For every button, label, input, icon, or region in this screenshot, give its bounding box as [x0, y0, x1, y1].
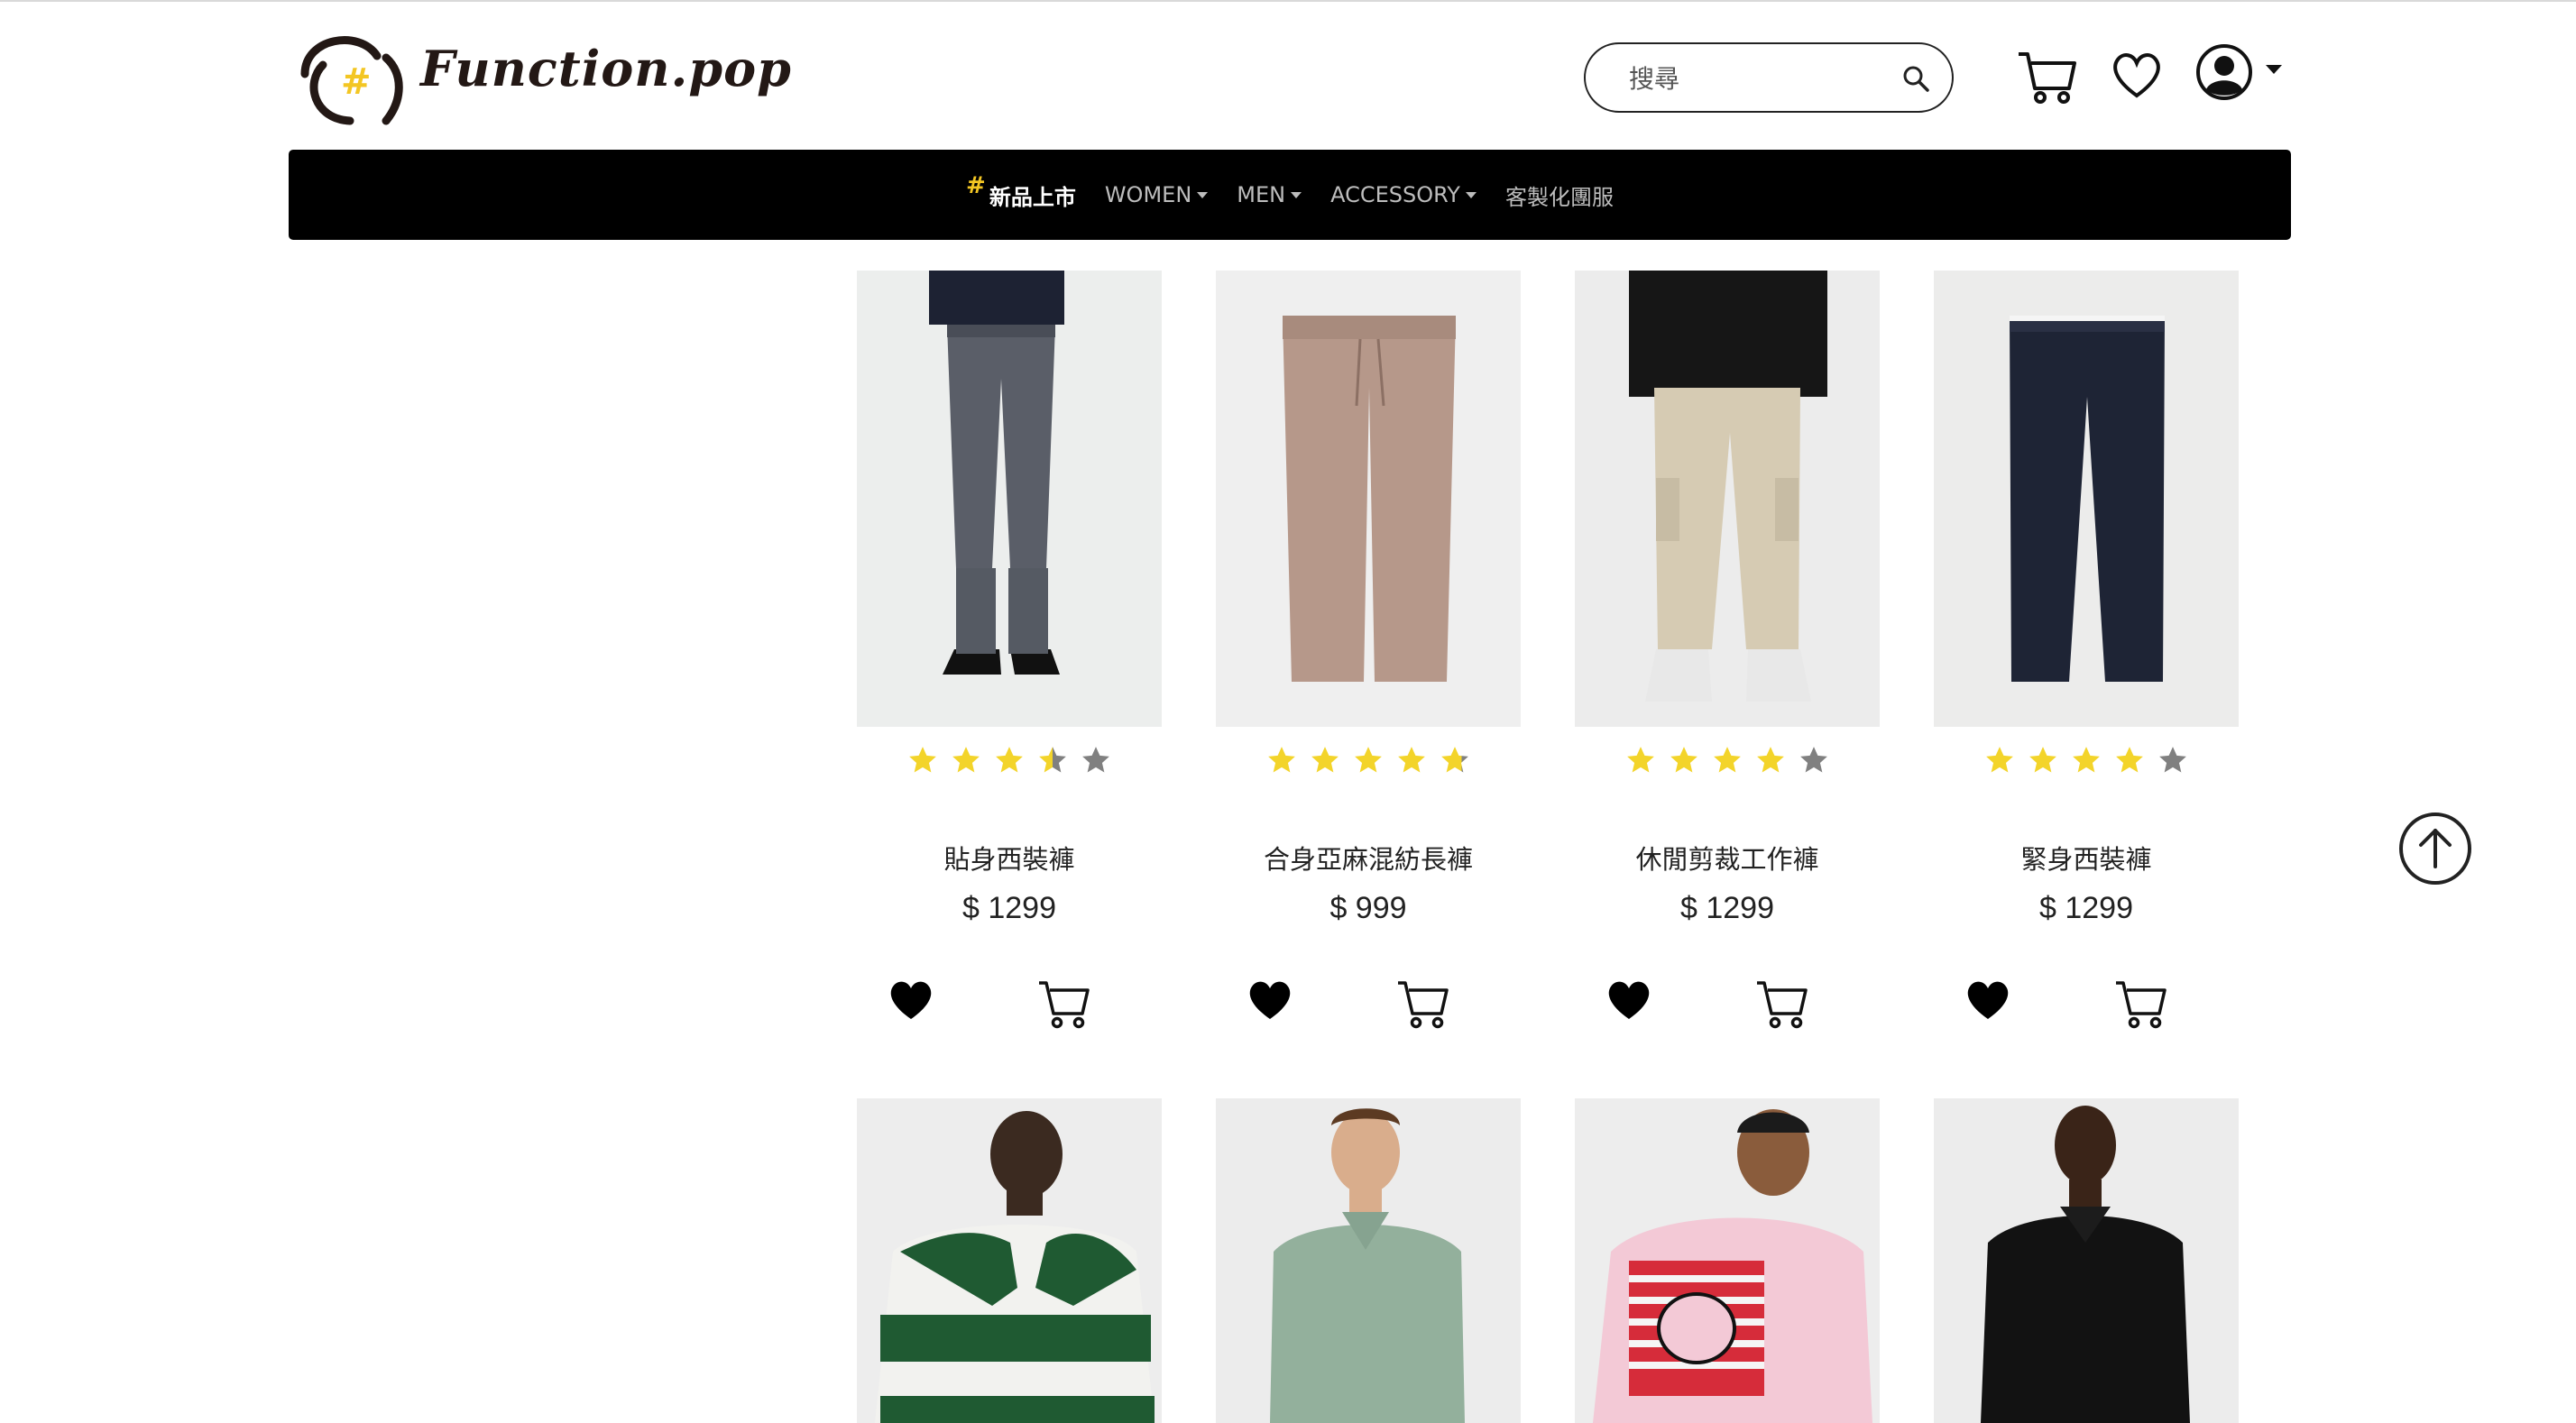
star-empty-icon — [2159, 747, 2186, 773]
nav-item-label: ACCESSORY — [1330, 182, 1460, 207]
product-name[interactable]: 緊身西裝褲 — [1934, 839, 2239, 877]
top-border — [0, 0, 2576, 2]
product-name[interactable]: 合身亞麻混紡長褲 — [1216, 839, 1521, 877]
caret-down-icon — [1465, 191, 1477, 198]
add-to-cart-icon[interactable] — [1755, 978, 1808, 1030]
rating-stars — [1575, 745, 1880, 776]
logo-mark-icon: # — [300, 36, 403, 125]
product-image[interactable] — [1216, 1098, 1521, 1423]
product-image[interactable] — [1934, 1098, 2239, 1423]
nav-item-accessory[interactable]: ACCESSORY — [1330, 182, 1477, 207]
product-card[interactable] — [1934, 271, 2239, 727]
star-half-icon — [1441, 747, 1468, 773]
nav-item-label: WOMEN — [1104, 182, 1192, 207]
star-icon — [1398, 747, 1425, 773]
add-to-wishlist-heart-icon[interactable] — [1605, 978, 1652, 1023]
search-icon[interactable] — [1901, 64, 1930, 93]
star-icon — [2073, 747, 2100, 773]
star-icon — [1986, 747, 2013, 773]
add-to-wishlist-heart-icon[interactable] — [1247, 978, 1293, 1023]
add-to-wishlist-heart-icon[interactable] — [1964, 978, 2011, 1023]
add-to-cart-icon[interactable] — [2114, 978, 2167, 1030]
star-icon — [2029, 747, 2056, 773]
nav-item-men[interactable]: MEN — [1237, 182, 1302, 207]
user-icon[interactable] — [2195, 43, 2253, 101]
star-icon — [996, 747, 1023, 773]
product-image[interactable] — [1934, 271, 2239, 727]
star-icon — [1311, 747, 1339, 773]
heart-icon[interactable] — [2111, 49, 2163, 101]
rating-stars — [857, 745, 1162, 776]
nav-item-custom-uniforms[interactable]: 客製化團服 — [1505, 179, 1614, 211]
product-price: $ 1299 — [962, 891, 1056, 925]
star-icon — [952, 747, 980, 773]
nav-item-new-arrivals[interactable]: # 新品上市 — [966, 172, 1076, 211]
product-name[interactable]: 貼身西裝褲 — [857, 839, 1162, 877]
product-price: $ 1299 — [2039, 891, 2133, 925]
star-icon — [1670, 747, 1697, 773]
add-to-cart-icon[interactable] — [1037, 978, 1090, 1030]
star-icon — [1627, 747, 1654, 773]
star-icon — [1268, 747, 1295, 773]
star-icon — [1355, 747, 1382, 773]
add-to-cart-icon[interactable] — [1396, 978, 1449, 1030]
star-icon — [1757, 747, 1784, 773]
product-name[interactable]: 休閒剪裁工作褲 — [1575, 839, 1880, 877]
product-image[interactable] — [1575, 271, 1880, 727]
product-price: $ 1299 — [1680, 891, 1774, 925]
caret-down-icon — [1291, 191, 1302, 198]
brand-logo[interactable]: # Function.pop — [287, 20, 791, 132]
star-icon — [1714, 747, 1741, 773]
product-image[interactable] — [1216, 271, 1521, 727]
star-empty-icon — [1082, 747, 1109, 773]
search-bar[interactable] — [1584, 42, 1954, 113]
product-price: $ 999 — [1329, 891, 1407, 925]
product-image[interactable] — [1575, 1098, 1880, 1423]
brand-name: Function.pop — [420, 40, 792, 97]
rating-stars — [1934, 745, 2239, 776]
nav-item-label: MEN — [1237, 182, 1286, 207]
product-card[interactable] — [1575, 271, 1880, 727]
product-card[interactable] — [1216, 271, 1521, 727]
nav-item-women[interactable]: WOMEN — [1104, 182, 1209, 207]
back-to-top-arrow-icon[interactable] — [2397, 811, 2473, 886]
star-icon — [2116, 747, 2143, 773]
product-card[interactable] — [857, 271, 1162, 727]
add-to-wishlist-heart-icon[interactable] — [888, 978, 934, 1023]
caret-down-icon[interactable] — [2264, 63, 2284, 76]
main-navbar: # 新品上市 WOMEN MEN ACCESSORY 客製化團服 — [289, 150, 2291, 240]
cart-icon[interactable] — [2017, 47, 2076, 106]
caret-down-icon — [1197, 191, 1209, 198]
product-image[interactable] — [857, 271, 1162, 727]
product-image[interactable] — [857, 1098, 1162, 1423]
svg-text:#: # — [341, 61, 372, 103]
star-half-icon — [1039, 747, 1066, 773]
nav-item-label: 新品上市 — [989, 184, 1076, 210]
rating-stars — [1216, 745, 1521, 776]
star-empty-icon — [1800, 747, 1827, 773]
nav-hash-mark: # — [966, 172, 986, 199]
nav-item-label: 客製化團服 — [1504, 184, 1614, 210]
star-icon — [909, 747, 936, 773]
search-input[interactable] — [1627, 57, 1892, 100]
